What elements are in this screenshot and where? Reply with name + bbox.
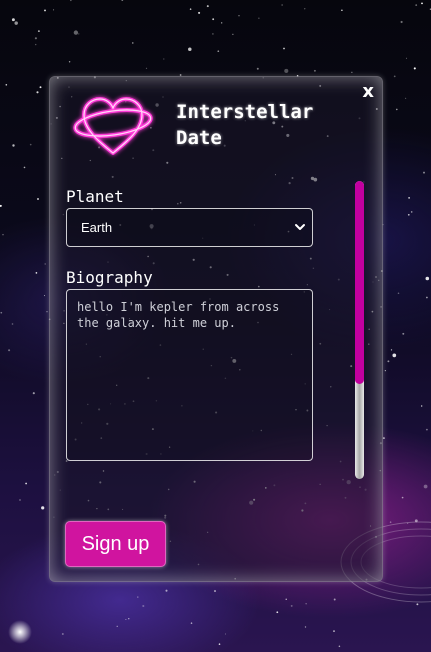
biography-textarea[interactable]: hello I'm kepler from across the galaxy.… <box>66 289 313 461</box>
biography-label: Biography <box>66 268 153 287</box>
biography-text: hello I'm kepler from across the galaxy.… <box>77 300 280 330</box>
modal-scrollbar[interactable] <box>355 181 364 479</box>
chevron-down-icon <box>295 224 305 230</box>
sign-up-button[interactable]: Sign up <box>65 521 166 567</box>
close-button[interactable]: x <box>362 81 374 102</box>
scrollbar-thumb[interactable] <box>355 181 364 384</box>
signup-modal: x Interstellar Date Planet Earth Biograp… <box>49 76 383 582</box>
planet-label: Planet <box>66 187 124 206</box>
lens-flare <box>8 620 32 644</box>
planet-select-value: Earth <box>81 220 113 235</box>
heart-planet-logo-icon <box>73 97 153 155</box>
planet-select[interactable]: Earth <box>66 208 313 247</box>
app-title: Interstellar Date <box>176 101 314 149</box>
